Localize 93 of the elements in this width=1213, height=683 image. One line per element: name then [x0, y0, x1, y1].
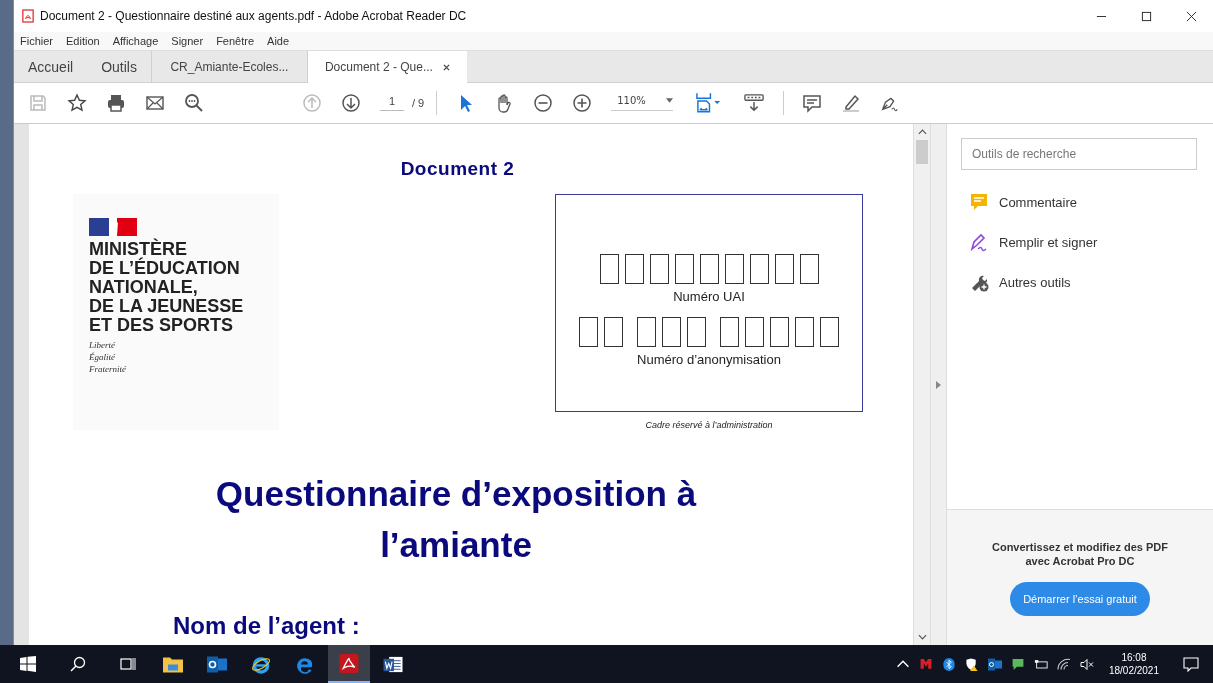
field-label: Numéro d’anonymisation: [637, 352, 781, 367]
motto-text: Liberté: [89, 339, 116, 351]
window-title: Document 2 - Questionnaire destiné aux agents.pdf - Adobe Acrobat Reader DC: [40, 9, 467, 23]
digit-box: [820, 317, 839, 347]
promo-text: Convertissez et modifiez des PDF avec Acrobat Pro DC: [990, 540, 1169, 568]
zoom-dropdown[interactable]: 110%: [611, 95, 674, 111]
digit-box: [624, 254, 644, 284]
logo-text: DE L’ÉDUCATION: [89, 259, 241, 278]
scroll-mode-icon[interactable]: [744, 93, 765, 113]
bluetooth-icon[interactable]: [941, 657, 956, 671]
digit-box: [770, 317, 789, 347]
comment-icon: [969, 192, 989, 212]
tool-item[interactable]: Commentaire: [969, 192, 1213, 212]
field-label: Nom de l’agent :: [173, 612, 361, 640]
digit-box: [649, 254, 669, 284]
logo-text: ET DES SPORTS: [89, 316, 235, 335]
menu-item[interactable]: Affichage: [112, 35, 159, 47]
tab[interactable]: Accueil: [14, 51, 88, 82]
tool-item[interactable]: Autres outils: [969, 272, 1213, 292]
document-heading: Document 2: [400, 158, 515, 180]
speaker-muted-icon[interactable]: [1079, 657, 1094, 671]
tab[interactable]: Outils: [87, 51, 151, 82]
clock[interactable]: 16:08 18/02/2021: [1108, 651, 1159, 677]
tab[interactable]: Document 2 - Que...: [306, 51, 467, 83]
digit-box: [724, 254, 744, 284]
zoom-out-icon[interactable]: [533, 93, 554, 113]
pen-sign-icon: [969, 232, 989, 252]
expand-pane-icon[interactable]: [936, 380, 941, 389]
close-icon[interactable]: [1186, 10, 1197, 22]
browser-e-icon: [251, 654, 271, 674]
scroll-up-icon[interactable]: [917, 129, 927, 135]
chat-bubble-icon[interactable]: [1010, 657, 1025, 671]
mail-app-icon[interactable]: [987, 657, 1002, 671]
digit-box: [604, 317, 623, 347]
digit-box: [745, 317, 764, 347]
task-view-icon[interactable]: [120, 656, 136, 672]
digit-box: [799, 254, 819, 284]
digit-box: [579, 317, 598, 347]
digit-box: [795, 317, 814, 347]
scroll-down-icon[interactable]: [917, 634, 927, 640]
digit-box: [687, 317, 706, 347]
scrollbar-thumb[interactable]: [916, 140, 928, 164]
digit-box: [674, 254, 694, 284]
word-app-icon: [383, 654, 403, 674]
highlighter-icon[interactable]: [841, 93, 862, 113]
mail-app-icon: [207, 654, 227, 674]
free-trial-button[interactable]: Démarrer l’essai gratuit: [1010, 582, 1150, 616]
close-icon[interactable]: [442, 63, 450, 71]
print-icon[interactable]: [106, 93, 126, 113]
tab[interactable]: CR_Amiante-Ecoles...: [150, 51, 307, 82]
digit-box: [599, 254, 619, 284]
motto-text: Égalité: [89, 351, 116, 363]
shield-warning-icon[interactable]: [964, 657, 979, 671]
mail-icon[interactable]: [145, 93, 165, 113]
digit-box: [637, 317, 656, 347]
page-count: / 9: [412, 97, 425, 109]
zoom-in-icon[interactable]: [572, 93, 593, 113]
digit-box: [774, 254, 794, 284]
menu-item[interactable]: Fenêtre: [216, 35, 255, 47]
search-field[interactable]: Outils de recherche: [961, 138, 1197, 170]
star-icon[interactable]: [67, 93, 87, 113]
menu-item[interactable]: Signer: [171, 35, 204, 47]
notification-icon[interactable]: [1183, 656, 1199, 672]
taskbar-app[interactable]: [328, 645, 370, 683]
windows-start-icon[interactable]: [20, 656, 36, 672]
menu-item[interactable]: Fichier: [20, 35, 53, 47]
search-icon[interactable]: [70, 656, 86, 672]
field-label: Numéro UAI: [673, 289, 745, 304]
pdf-app-icon: [339, 653, 359, 673]
digit-box: [662, 317, 681, 347]
digit-box: [699, 254, 719, 284]
document-title: Questionnaire d’exposition à l’amiante: [214, 473, 698, 566]
search-icon[interactable]: [184, 93, 204, 113]
digit-box: [749, 254, 769, 284]
comment-icon[interactable]: [802, 93, 823, 113]
flag-emblem-icon: [89, 218, 137, 236]
page-number-field[interactable]: 1: [380, 95, 404, 111]
maximize-icon[interactable]: [1141, 10, 1152, 22]
logo-text: DE LA JEUNESSE: [89, 297, 245, 316]
tool-item[interactable]: Remplir et signer: [969, 232, 1213, 252]
caret-icon: [666, 98, 674, 103]
menu-item[interactable]: Edition: [66, 35, 100, 47]
wifi-icon[interactable]: [1056, 657, 1071, 671]
frame-caption: Cadre réservé à l’administration: [645, 420, 773, 430]
battery-plug-icon[interactable]: [1033, 657, 1048, 671]
motto-text: Fraternité: [89, 363, 127, 375]
pdf-file-icon: [22, 9, 34, 23]
fit-page-icon[interactable]: [695, 92, 723, 114]
arrow-down-icon[interactable]: [341, 93, 361, 113]
menu-item[interactable]: Aide: [267, 35, 290, 47]
shield-m-icon[interactable]: [918, 657, 933, 671]
digit-box: [720, 317, 739, 347]
logo-text: NATIONALE,: [89, 278, 199, 297]
